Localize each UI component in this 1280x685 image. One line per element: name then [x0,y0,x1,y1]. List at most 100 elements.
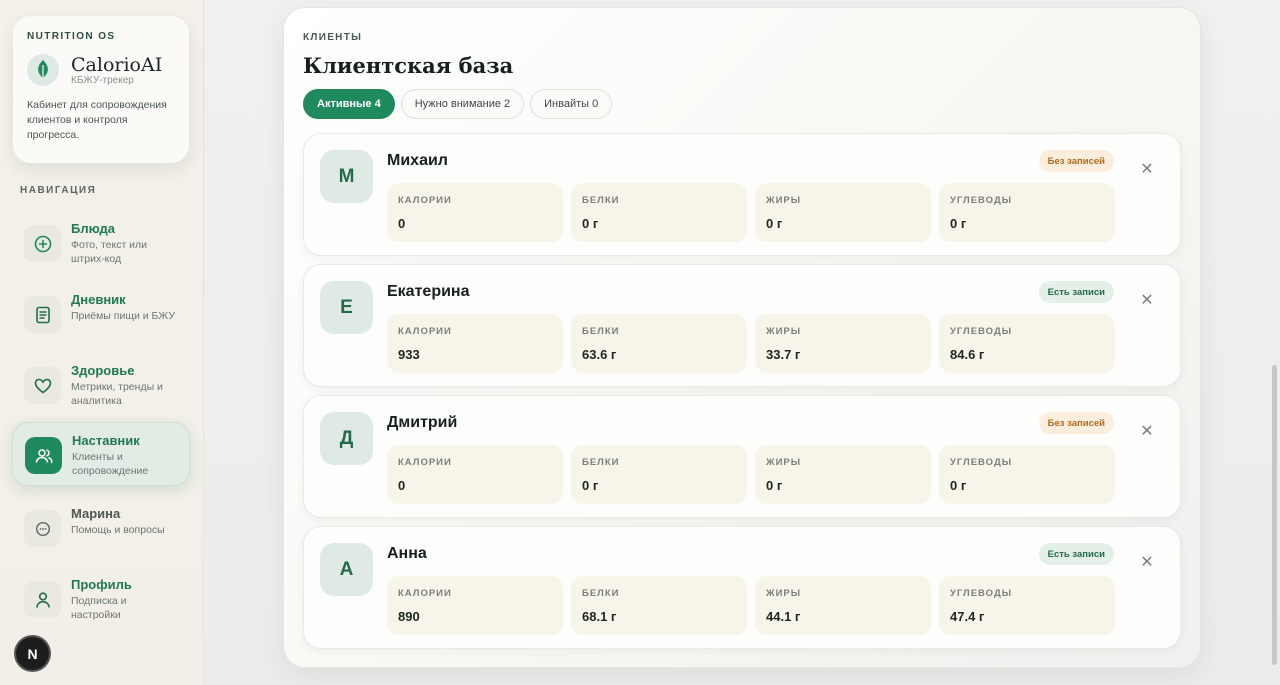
nav-desc: Фото, текст или штрих-код [71,239,148,265]
metric-label: КАЛОРИИ [398,195,452,206]
nav-item-diary[interactable]: Дневник Приёмы пищи и БЖУ [12,282,190,346]
metric-value: 33.7 г [766,347,801,362]
metric-fat: ЖИРЫ 44.1 г [755,576,931,635]
metric-fat: ЖИРЫ 0 г [755,445,931,504]
metric-label: ЖИРЫ [766,195,802,206]
nav-desc: Подписка и настройки [71,595,127,621]
metric-protein: БЕЛКИ 63.6 г [571,314,747,373]
metric-value: 0 г [766,478,783,493]
metric-carbs: УГЛЕВОДЫ 0 г [939,183,1115,242]
metric-value: 84.6 г [950,347,985,362]
client-card[interactable]: Д Дмитрий Без записей ✕ КАЛОРИИ 0 БЕЛКИ 0 … [303,395,1181,518]
client-card[interactable]: М Михаил Без записей ✕ КАЛОРИИ 0 БЕЛКИ 0 г… [303,133,1181,256]
filter-tabs: Активные 4 Нужно внимание 2 Инвайты 0 [303,89,613,119]
sidebar: NUTRITION OS CalorioAI КБЖУ-трекер Кабин… [0,0,204,685]
nav-item-mentor[interactable]: Наставник Клиенты и сопровождение [12,422,190,486]
metric-carbs: УГЛЕВОДЫ 84.6 г [939,314,1115,373]
chat-icon [24,510,61,547]
tab-active[interactable]: Активные 4 [303,89,395,119]
brand-description: Кабинет для сопровождения клиентов и кон… [27,99,167,141]
close-icon[interactable]: ✕ [1134,287,1160,313]
nav-item-profile[interactable]: Профиль Подписка и настройки [12,567,190,631]
metric-label: УГЛЕВОДЫ [950,588,1013,599]
metric-label: КАЛОРИИ [398,326,452,337]
scrollbar-thumb[interactable] [1272,365,1277,665]
avatar: М [320,150,373,203]
metric-value: 44.1 г [766,609,801,624]
brand-name: CalorioAI [71,53,163,76]
close-icon[interactable]: ✕ [1134,549,1160,575]
metric-label: КАЛОРИИ [398,588,452,599]
metric-protein: БЕЛКИ 0 г [571,445,747,504]
clients-panel: КЛИЕНТЫ Клиентская база Активные 4 Нужно… [283,7,1201,668]
metric-carbs: УГЛЕВОДЫ 0 г [939,445,1115,504]
metric-label: ЖИРЫ [766,588,802,599]
status-badge: Есть записи [1038,281,1114,303]
metric-label: КАЛОРИИ [398,457,452,468]
client-name: Анна [387,545,427,562]
metric-value: 890 [398,609,420,624]
leaf-logo-icon [27,54,59,86]
heart-icon [24,367,61,404]
metric-label: БЕЛКИ [582,326,620,337]
metric-value: 0 г [766,216,783,231]
avatar: Д [320,412,373,465]
nav-item-health[interactable]: Здоровье Метрики, тренды и аналитика [12,353,190,417]
client-card[interactable]: А Анна Есть записи ✕ КАЛОРИИ 890 БЕЛКИ 68.… [303,526,1181,649]
nav-title: Профиль [71,577,132,592]
notebook-icon [24,296,61,333]
plus-circle-icon [24,225,61,262]
client-card[interactable]: Е Екатерина Есть записи ✕ КАЛОРИИ 933 БЕЛ… [303,264,1181,387]
tab-invites[interactable]: Инвайты 0 [530,89,613,119]
metric-value: 47.4 г [950,609,985,624]
users-icon [25,437,62,474]
nav-desc: Приёмы пищи и БЖУ [71,310,176,322]
metric-protein: БЕЛКИ 68.1 г [571,576,747,635]
metric-value: 0 г [950,216,967,231]
nav-title: Здоровье [71,363,135,378]
metric-protein: БЕЛКИ 0 г [571,183,747,242]
metric-carbs: УГЛЕВОДЫ 47.4 г [939,576,1115,635]
nav-heading: НАВИГАЦИЯ [20,185,97,196]
metric-label: БЕЛКИ [582,195,620,206]
close-icon[interactable]: ✕ [1134,156,1160,182]
metric-label: БЕЛКИ [582,457,620,468]
avatar: А [320,543,373,596]
metric-fat: ЖИРЫ 0 г [755,183,931,242]
brand-card: NUTRITION OS CalorioAI КБЖУ-трекер Кабин… [13,16,189,163]
status-badge: Без записей [1038,412,1114,434]
metric-label: ЖИРЫ [766,457,802,468]
scrollbar[interactable] [1270,0,1280,685]
nav-item-marina[interactable]: Марина Помощь и вопросы [12,496,190,560]
metric-label: БЕЛКИ [582,588,620,599]
panel-kicker: КЛИЕНТЫ [303,32,363,43]
brand-kicker: NUTRITION OS [27,31,116,42]
nav-title: Наставник [72,433,140,448]
metric-label: УГЛЕВОДЫ [950,195,1013,206]
nav-item-dishes[interactable]: Блюда Фото, текст или штрих-код [12,211,190,275]
client-name: Дмитрий [387,414,458,431]
metric-value: 0 [398,478,406,493]
metric-calories: КАЛОРИИ 0 [387,445,563,504]
metric-value: 0 г [582,216,599,231]
metric-fat: ЖИРЫ 33.7 г [755,314,931,373]
user-icon [24,581,61,618]
brand-subtitle: КБЖУ-трекер [71,74,134,86]
metric-value: 0 г [582,478,599,493]
metric-label: УГЛЕВОДЫ [950,326,1013,337]
client-name: Михаил [387,152,448,169]
metric-calories: КАЛОРИИ 890 [387,576,563,635]
page-title: Клиентская база [303,53,514,78]
status-badge: Без записей [1038,150,1114,172]
avatar: Е [320,281,373,334]
metric-value: 0 г [950,478,967,493]
client-name: Екатерина [387,283,470,300]
user-badge[interactable]: N [16,637,49,670]
nav-desc: Помощь и вопросы [71,524,165,536]
tab-needs-attention[interactable]: Нужно внимание 2 [400,89,525,119]
metric-calories: КАЛОРИИ 0 [387,183,563,242]
close-icon[interactable]: ✕ [1134,418,1160,444]
status-badge: Есть записи [1038,543,1114,565]
metric-value: 0 [398,216,406,231]
metric-label: УГЛЕВОДЫ [950,457,1013,468]
